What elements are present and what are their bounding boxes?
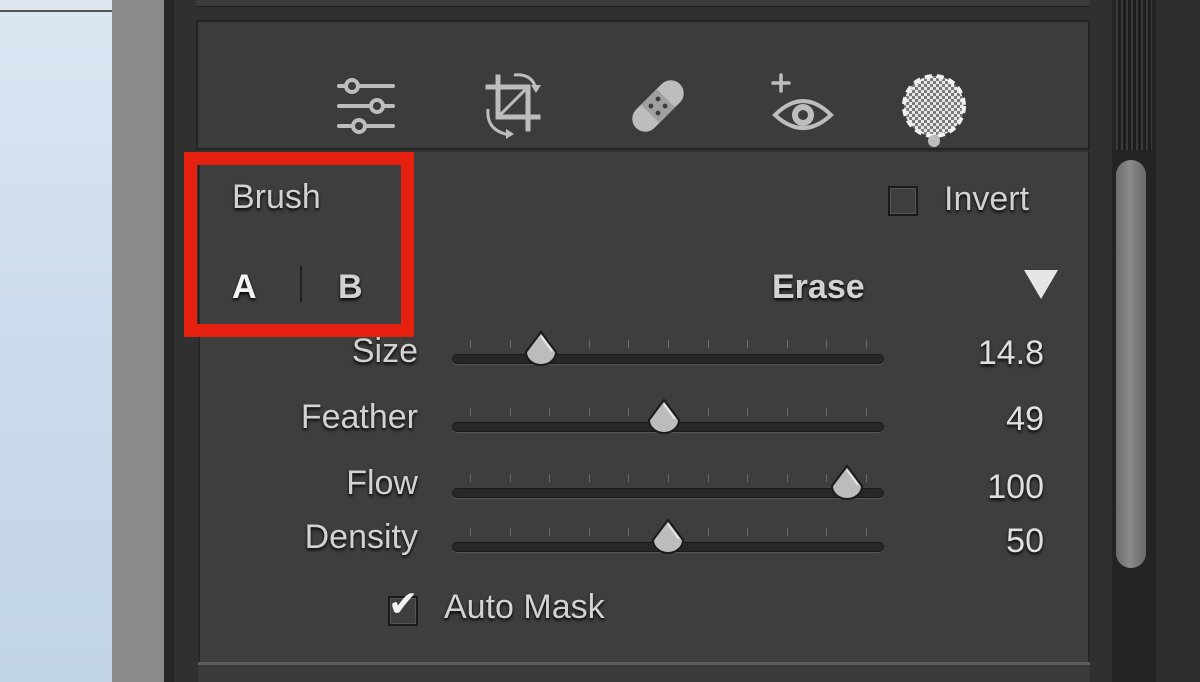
slider-tick (509, 528, 511, 536)
slider-track[interactable] (452, 354, 884, 364)
slider-tick (470, 528, 471, 536)
previous-panel-edge (196, 0, 1090, 7)
active-tool-indicator (928, 135, 940, 147)
slider-label-size: Size (351, 332, 418, 370)
slider-tick (470, 474, 471, 482)
scrollbar-thumb[interactable] (1116, 160, 1146, 568)
tool-strip (196, 20, 1090, 150)
slider-tick (549, 408, 551, 416)
invert-label[interactable]: Invert (944, 180, 1029, 219)
flow-value[interactable]: 100 (914, 468, 1044, 507)
slider-tick (668, 474, 669, 482)
slider-tick (747, 474, 749, 482)
flow-slider[interactable] (452, 464, 884, 500)
slider-tick (786, 408, 788, 416)
density-value[interactable]: 50 (914, 522, 1044, 561)
slider-label-feather: Feather (300, 398, 418, 436)
brush-tab-a[interactable]: A (232, 268, 257, 307)
slider-tick (588, 474, 590, 482)
auto-mask-label[interactable]: Auto Mask (444, 588, 605, 627)
slider-tick (707, 474, 709, 482)
crop-tool[interactable] (480, 70, 552, 142)
masking-tool[interactable] (898, 70, 970, 142)
edit-sliders-icon (335, 75, 397, 137)
slider-tick (588, 340, 590, 348)
healing-bandage-icon (625, 73, 691, 139)
slider-tick (826, 340, 828, 348)
slider-tick (826, 474, 828, 482)
slider-tick (866, 408, 867, 416)
slider-tick (747, 528, 749, 536)
window-edge (1156, 0, 1200, 682)
slider-tick (866, 474, 867, 482)
collapse-triangle-icon[interactable] (1024, 270, 1058, 299)
slider-thumb[interactable] (830, 464, 864, 500)
slider-label-flow: Flow (346, 464, 418, 502)
crop-icon (484, 71, 548, 141)
slider-tick (588, 528, 590, 536)
tab-divider (300, 266, 302, 302)
slider-tick (826, 408, 828, 416)
red-eye-icon (769, 73, 835, 139)
slider-tick (470, 408, 471, 416)
slider-track[interactable] (452, 488, 884, 498)
filmstrip-edge (112, 0, 164, 682)
panel-gap (164, 0, 174, 682)
slider-tick (866, 528, 867, 536)
brush-title: Brush (232, 178, 321, 216)
slider-tick (786, 340, 788, 348)
brush-tab-b[interactable]: B (338, 268, 363, 307)
checkmark-icon: ✔ (388, 583, 419, 624)
slider-tick (786, 528, 788, 536)
size-value[interactable]: 14.8 (914, 334, 1044, 373)
slider-tick (668, 340, 669, 348)
slider-tick (826, 528, 828, 536)
invert-checkbox[interactable] (888, 186, 918, 216)
slider-label-density: Density (304, 518, 418, 556)
slider-tick (588, 408, 590, 416)
slider-tick (707, 340, 709, 348)
slider-tick (628, 528, 630, 536)
slider-tick (747, 340, 749, 348)
slider-tick (509, 340, 511, 348)
next-panel-edge (198, 662, 1090, 682)
slider-tick (866, 340, 867, 348)
density-slider[interactable] (452, 518, 884, 554)
healing-tool[interactable] (622, 70, 694, 142)
slider-thumb[interactable] (524, 330, 558, 366)
auto-mask-checkbox[interactable]: ✔ (388, 586, 418, 626)
slider-tick (549, 474, 551, 482)
size-slider[interactable] (452, 330, 884, 366)
slider-tick (707, 408, 709, 416)
erase-label[interactable]: Erase (772, 268, 865, 307)
slider-thumb[interactable] (651, 518, 685, 554)
slider-thumb[interactable] (647, 398, 681, 434)
slider-tick (628, 340, 630, 348)
slider-tick (628, 408, 630, 416)
slider-tick (509, 408, 511, 416)
slider-tick (747, 408, 749, 416)
slider-tick (628, 474, 630, 482)
photo-preview (0, 0, 112, 682)
feather-slider[interactable] (452, 398, 884, 434)
feather-value[interactable]: 49 (914, 400, 1044, 439)
slider-tick (549, 528, 551, 536)
slider-tick (470, 340, 471, 348)
red-eye-tool[interactable] (766, 70, 838, 142)
masking-icon (900, 72, 968, 140)
edit-sliders-tool[interactable] (330, 70, 402, 142)
scrollbar-grip (1116, 0, 1152, 150)
slider-tick (707, 528, 709, 536)
slider-tick (509, 474, 511, 482)
slider-tick (786, 474, 788, 482)
